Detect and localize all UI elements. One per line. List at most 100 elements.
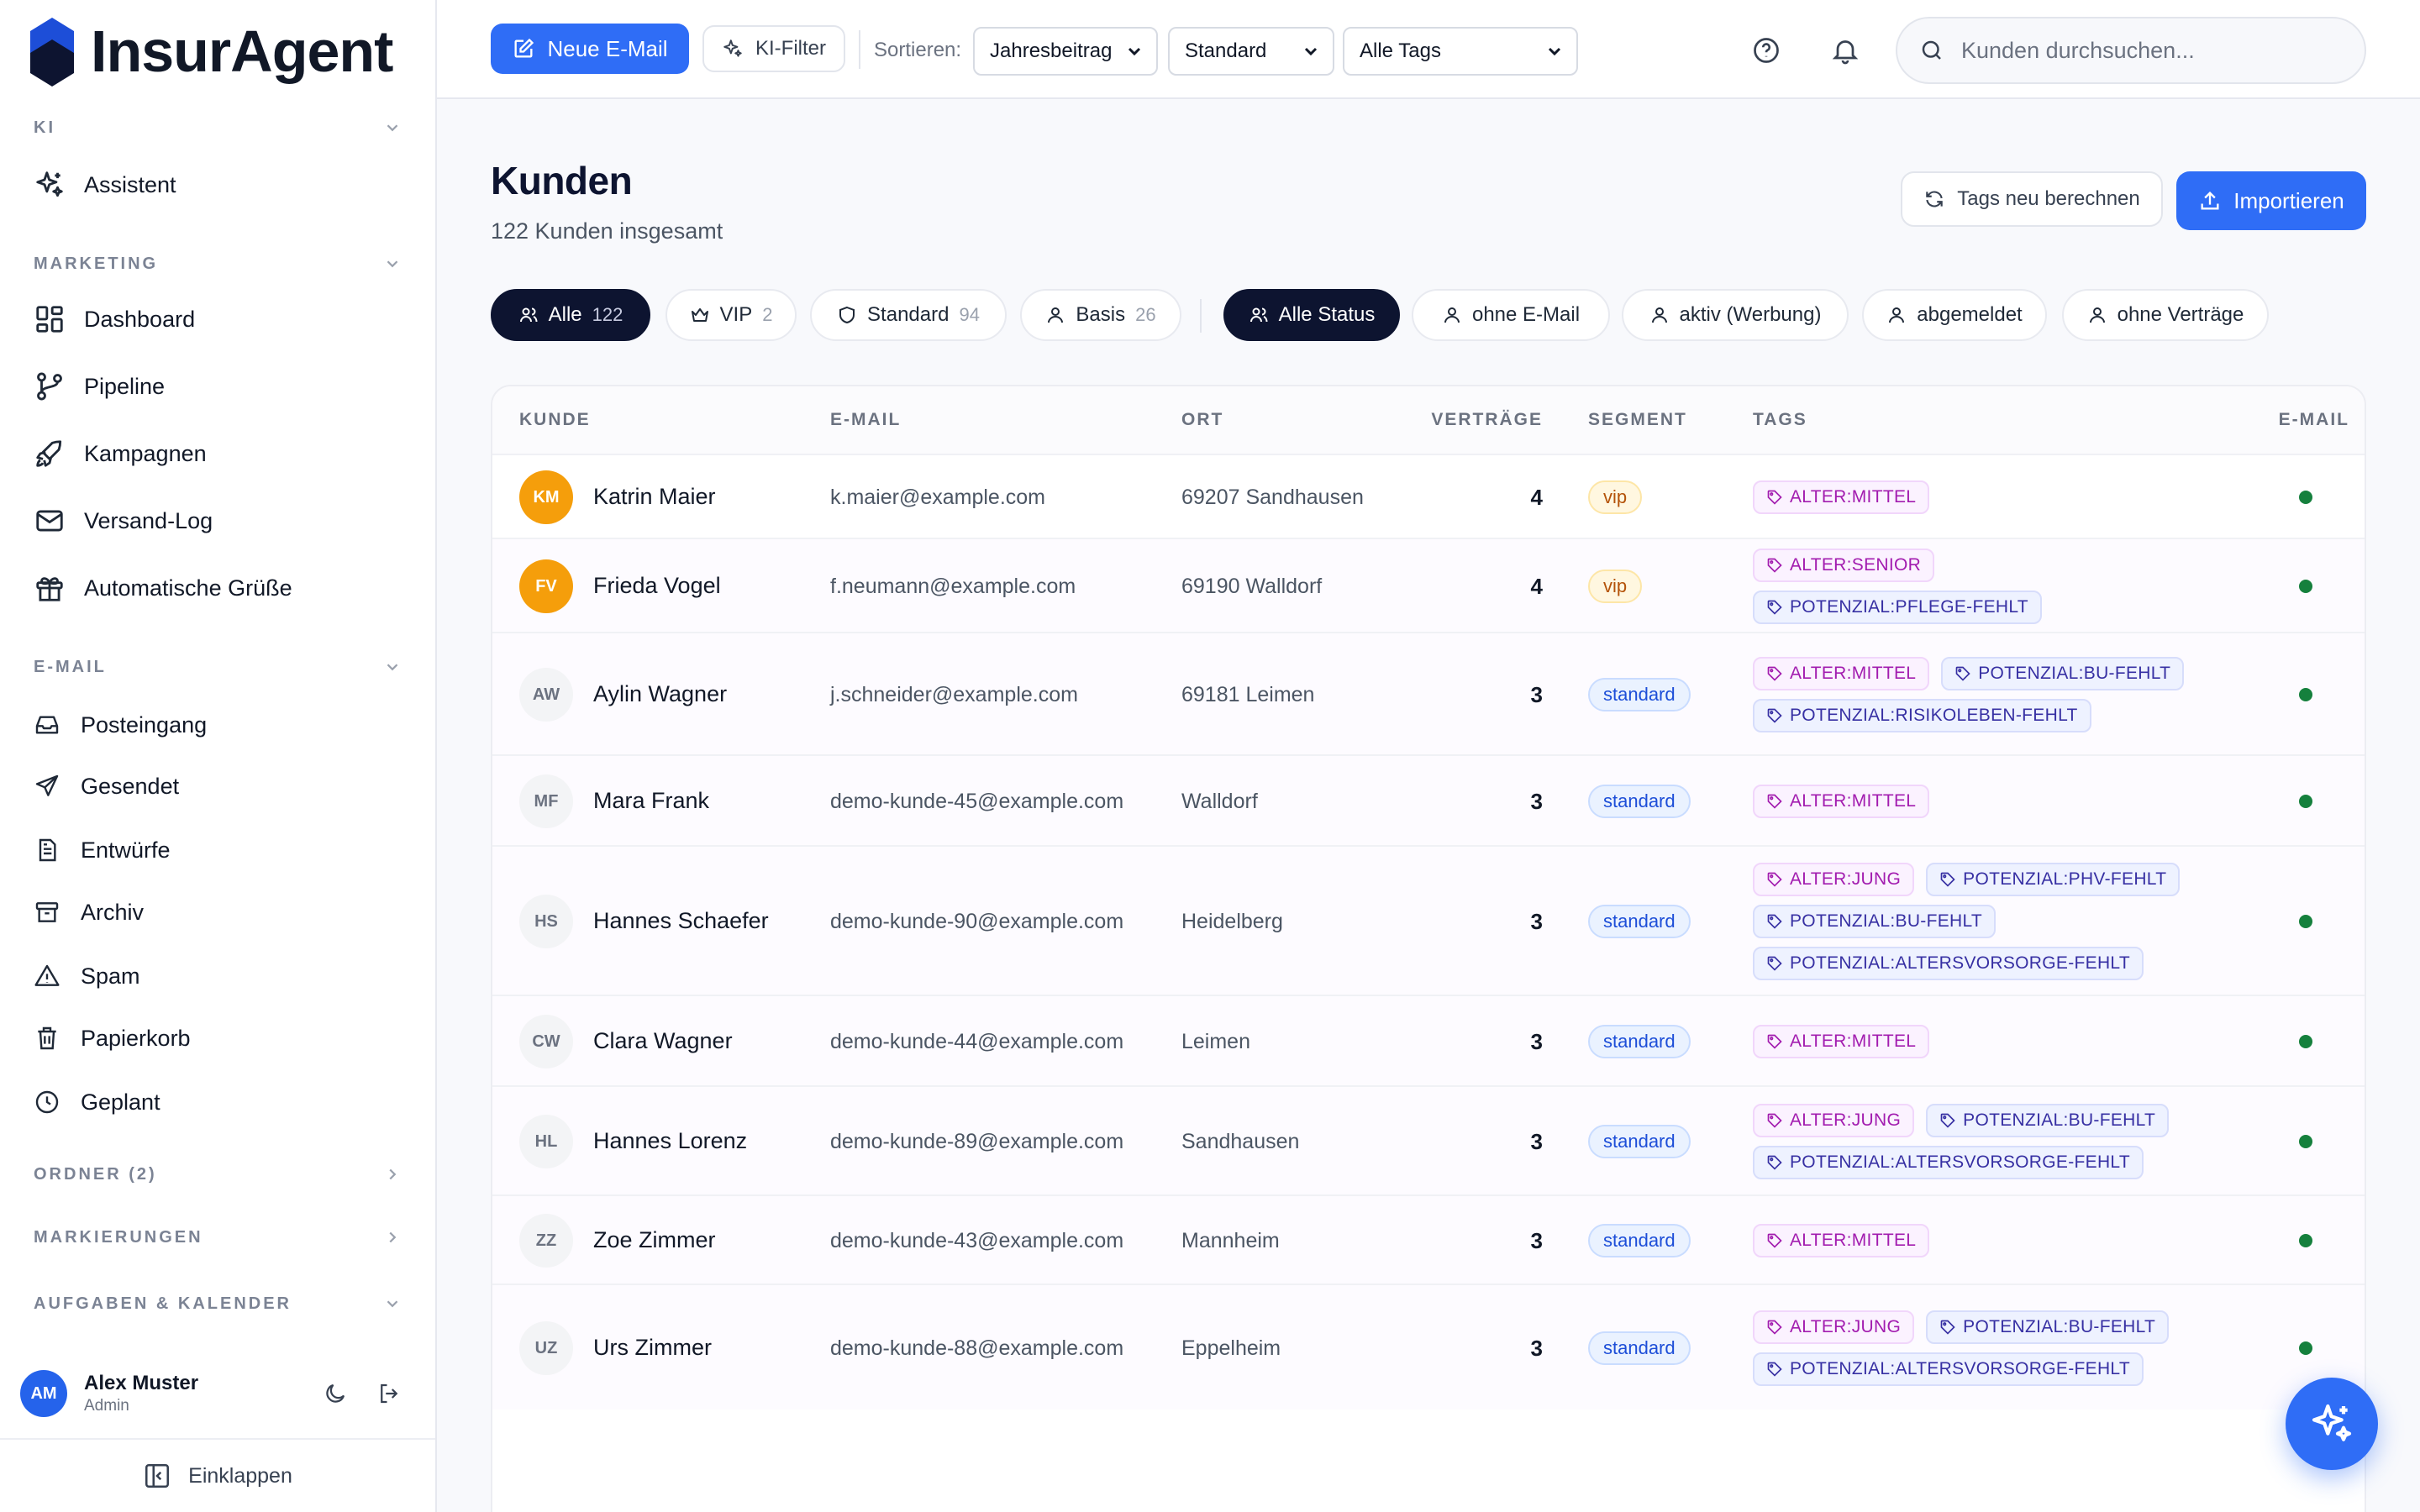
customer-name[interactable]: Hannes Schaefer [593, 908, 769, 934]
header-segment[interactable]: SEGMENT [1588, 386, 1687, 454]
tag-badge[interactable]: ALTER:JUNG [1753, 1104, 1915, 1137]
customer-email[interactable]: demo-kunde-88@example.com [830, 1336, 1123, 1361]
sidebar-item-assistent[interactable]: Assistent [34, 160, 402, 209]
section-markierungen[interactable]: MARKIERUNGEN [34, 1221, 402, 1254]
customer-name[interactable]: Katrin Maier [593, 484, 716, 510]
tags-select[interactable]: Alle Tags [1343, 27, 1578, 76]
customer-name[interactable]: Zoe Zimmer [593, 1227, 716, 1253]
bell-icon[interactable] [1830, 35, 1860, 66]
filter-segment-alle[interactable]: Alle 122 [491, 289, 650, 341]
search-input[interactable]: Kunden durchsuchen... [1896, 17, 2366, 84]
tag-badge[interactable]: ALTER:MITTEL [1753, 1224, 1930, 1257]
sidebar-item-kampagnen[interactable]: Kampagnen [34, 429, 402, 478]
customer-email[interactable]: demo-kunde-89@example.com [830, 1130, 1123, 1154]
customer-name[interactable]: Frieda Vogel [593, 573, 721, 599]
section-email[interactable]: E-MAIL [34, 650, 402, 684]
section-ordner[interactable]: ORDNER (2) [34, 1158, 402, 1191]
header-email-status[interactable]: E-MAIL [2257, 386, 2349, 454]
recalc-tags-button[interactable]: Tags neu berechnen [1901, 171, 2163, 227]
tag-badge[interactable]: ALTER:MITTEL [1753, 1025, 1930, 1058]
customer-email[interactable]: demo-kunde-44@example.com [830, 1030, 1123, 1054]
table-row[interactable]: HS Hannes Schaefer demo-kunde-90@example.c… [492, 845, 2365, 995]
sidebar-item-spam[interactable]: Spam [34, 952, 402, 1000]
sidebar-item-geplant[interactable]: Geplant [34, 1078, 402, 1126]
header-ort[interactable]: ORT [1181, 386, 1223, 454]
avatar[interactable]: AM [20, 1370, 67, 1417]
customer-email[interactable]: demo-kunde-45@example.com [830, 790, 1123, 814]
filter-status-abgemeldet[interactable]: abgemeldet [1862, 289, 2047, 341]
table-row[interactable]: UZ Urs Zimmer demo-kunde-88@example.com Epp… [492, 1284, 2365, 1410]
logout-icon[interactable] [376, 1381, 402, 1406]
tag-badge[interactable]: ALTER:MITTEL [1753, 657, 1930, 690]
sidebar-item-archiv[interactable]: Archiv [34, 888, 402, 937]
filter-segment-vip[interactable]: VIP 2 [666, 289, 797, 341]
header-email[interactable]: E-MAIL [830, 386, 901, 454]
segment-badge: standard [1588, 785, 1691, 818]
tag-badge[interactable]: POTENZIAL:RISIKOLEBEN-FEHLT [1753, 699, 2091, 732]
tag-badge[interactable]: POTENZIAL:ALTERSVORSORGE-FEHLT [1753, 1146, 2144, 1179]
moon-icon[interactable] [323, 1381, 348, 1406]
filter-status-aktiv[interactable]: aktiv (Werbung) [1622, 289, 1849, 341]
section-ki[interactable]: KI [34, 111, 402, 144]
customer-name[interactable]: Aylin Wagner [593, 681, 727, 707]
customer-email[interactable]: j.schneider@example.com [830, 683, 1078, 707]
new-email-button[interactable]: Neue E-Mail [491, 24, 689, 74]
chevron-down-icon [387, 260, 398, 268]
sidebar-item-gesendet[interactable]: Gesendet [34, 762, 402, 811]
sidebar-item-posteingang[interactable]: Posteingang [34, 701, 402, 749]
filter-segment-standard[interactable]: Standard 94 [810, 289, 1007, 341]
tag-badge[interactable]: POTENZIAL:BU-FEHLT [1941, 657, 2185, 690]
sort-select[interactable]: Jahresbeitrag [973, 27, 1158, 76]
sidebar-item-versand-log[interactable]: Versand-Log [34, 496, 402, 545]
customer-email[interactable]: k.maier@example.com [830, 486, 1045, 510]
customer-name[interactable]: Mara Frank [593, 788, 709, 814]
filter-status-ohne-vertraege[interactable]: ohne Verträge [2062, 289, 2269, 341]
section-marketing[interactable]: MARKETING [34, 247, 402, 281]
sidebar-item-papierkorb[interactable]: Papierkorb [34, 1014, 402, 1063]
tag-badge[interactable]: ALTER:MITTEL [1753, 480, 1930, 514]
tag-badge[interactable]: ALTER:MITTEL [1753, 785, 1930, 818]
ai-assistant-fab[interactable] [2286, 1378, 2378, 1470]
tag-badge[interactable]: POTENZIAL:ALTERSVORSORGE-FEHLT [1753, 947, 2144, 980]
filter-status-ohne-email[interactable]: ohne E-Mail [1412, 289, 1610, 341]
table-row[interactable]: MF Mara Frank demo-kunde-45@example.com Wal… [492, 754, 2365, 845]
tag-badge[interactable]: ALTER:JUNG [1753, 1310, 1915, 1344]
tag-badge[interactable]: POTENZIAL:PFLEGE-FEHLT [1753, 591, 2042, 624]
section-aufgaben-kalender[interactable]: AUFGABEN & KALENDER [34, 1287, 402, 1320]
collapse-button[interactable]: Einklappen [0, 1438, 435, 1512]
sidebar-item-automatische-gruesse[interactable]: Automatische Grüße [34, 564, 402, 612]
header-kunde[interactable]: KUNDE [519, 386, 591, 454]
customer-city: Walldorf [1181, 790, 1258, 813]
segment-select[interactable]: Standard [1168, 27, 1334, 76]
customer-email[interactable]: demo-kunde-43@example.com [830, 1229, 1123, 1253]
table-row[interactable]: CW Clara Wagner demo-kunde-44@example.com L… [492, 995, 2365, 1085]
filter-segment-basis[interactable]: Basis 26 [1020, 289, 1181, 341]
tag-badge[interactable]: POTENZIAL:BU-FEHLT [1926, 1310, 2170, 1344]
table-row[interactable]: AW Aylin Wagner j.schneider@example.com 691… [492, 632, 2365, 754]
sidebar-item-pipeline[interactable]: Pipeline [34, 362, 402, 411]
table-row[interactable]: HL Hannes Lorenz demo-kunde-89@example.com… [492, 1085, 2365, 1194]
tag-badge[interactable]: POTENZIAL:PHV-FEHLT [1926, 863, 2181, 896]
tag-badge[interactable]: POTENZIAL:BU-FEHLT [1926, 1104, 2170, 1137]
header-vertraege[interactable]: VERTRÄGE [1431, 386, 1543, 454]
help-icon[interactable] [1751, 35, 1781, 66]
tag-badge[interactable]: ALTER:JUNG [1753, 863, 1915, 896]
table-row[interactable]: ZZ Zoe Zimmer demo-kunde-43@example.com Man… [492, 1194, 2365, 1284]
customer-email[interactable]: f.neumann@example.com [830, 575, 1076, 599]
table-row[interactable]: FV Frieda Vogel f.neumann@example.com 69190… [492, 538, 2365, 632]
customer-name[interactable]: Urs Zimmer [593, 1335, 712, 1361]
sidebar-item-dashboard[interactable]: Dashboard [34, 295, 402, 344]
customer-name[interactable]: Clara Wagner [593, 1028, 733, 1054]
app-logo[interactable]: InsurAgent [25, 13, 393, 89]
tag-badge[interactable]: POTENZIAL:ALTERSVORSORGE-FEHLT [1753, 1352, 2144, 1386]
sidebar-item-entwuerfe[interactable]: Entwürfe [34, 826, 402, 874]
tag-badge[interactable]: ALTER:SENIOR [1753, 549, 1935, 582]
import-button[interactable]: Importieren [2176, 171, 2366, 230]
table-row[interactable]: KM Katrin Maier k.maier@example.com 69207 S… [492, 454, 2365, 538]
header-tags[interactable]: TAGS [1753, 386, 1807, 454]
ai-filter-button[interactable]: KI-Filter [702, 25, 845, 72]
filter-status-alle[interactable]: Alle Status [1223, 289, 1400, 341]
customer-email[interactable]: demo-kunde-90@example.com [830, 910, 1123, 934]
tag-badge[interactable]: POTENZIAL:BU-FEHLT [1753, 905, 1996, 938]
customer-name[interactable]: Hannes Lorenz [593, 1128, 747, 1154]
